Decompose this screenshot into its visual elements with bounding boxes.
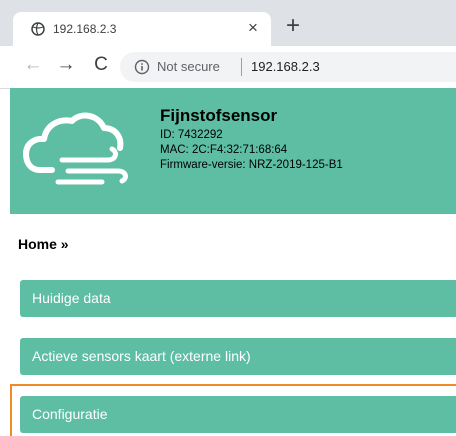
device-id: ID: 7432292 (160, 129, 223, 141)
info-icon[interactable] (134, 59, 150, 75)
device-mac: MAC: 2C:F4:32:71:68:64 (160, 144, 288, 156)
sensor-map-link-button[interactable]: Actieve sensors kaart (externe link) (20, 338, 456, 375)
device-title: Fijnstofsensor (160, 106, 278, 125)
tab-title: 192.168.2.3 (53, 22, 117, 36)
close-tab-icon[interactable]: × (248, 18, 258, 38)
new-tab-button[interactable]: + (286, 13, 300, 39)
firmware-version: Firmware-versie: NRZ-2019-125-B1 (160, 159, 343, 171)
address-divider (241, 58, 242, 76)
tab-strip: 192.168.2.3 × + (0, 0, 456, 46)
reload-button[interactable]: C (90, 54, 112, 76)
configuration-button[interactable]: Configuratie (20, 396, 456, 433)
browser-tab[interactable]: 192.168.2.3 × (13, 12, 271, 46)
breadcrumb[interactable]: Home » (18, 236, 69, 252)
url-text[interactable]: 192.168.2.3 (251, 59, 320, 74)
cloud-wind-icon (23, 112, 128, 185)
current-data-button[interactable]: Huidige data (20, 280, 456, 317)
address-bar[interactable]: Not secure 192.168.2.3 (120, 52, 456, 82)
security-label: Not secure (157, 59, 220, 74)
back-button[interactable]: ← (22, 54, 44, 76)
page-header: Fijnstofsensor ID: 7432292 MAC: 2C:F4:32… (10, 88, 456, 214)
browser-toolbar: ← → C Not secure 192.168.2.3 (0, 46, 456, 89)
globe-icon (31, 22, 45, 36)
forward-button[interactable]: → (55, 54, 77, 76)
